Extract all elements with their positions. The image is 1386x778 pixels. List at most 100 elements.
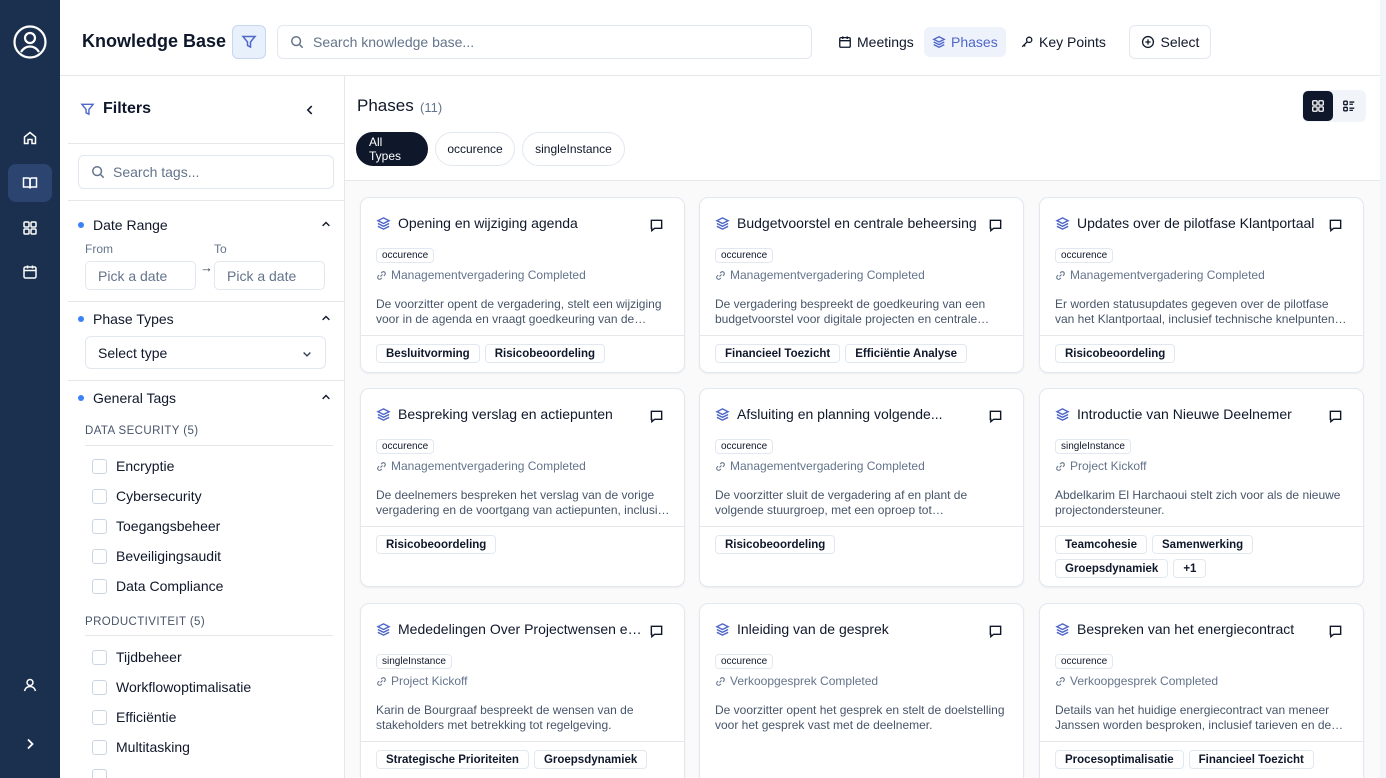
scrollbar[interactable] bbox=[1380, 0, 1386, 778]
tag-badge[interactable]: Risicobeoordeling bbox=[715, 535, 836, 554]
date-to-input[interactable] bbox=[214, 261, 325, 290]
meeting-link[interactable]: Managementvergadering Completed bbox=[376, 459, 586, 473]
nav-profile[interactable] bbox=[8, 666, 52, 704]
select-button[interactable]: Select bbox=[1129, 25, 1211, 59]
nav-calendar[interactable] bbox=[8, 253, 52, 291]
checkbox[interactable] bbox=[92, 548, 107, 564]
phase-card[interactable]: Opening en wijziging agenda occurence Mana… bbox=[360, 197, 685, 373]
phase-types-section-toggle[interactable]: Phase Types bbox=[78, 309, 334, 329]
tag-checkbox[interactable]: Tijdbeheer bbox=[92, 649, 182, 665]
date-from-input[interactable] bbox=[85, 261, 196, 290]
tag-badge[interactable]: Groepsdynamiek bbox=[533, 750, 648, 769]
meeting-link[interactable]: Managementvergadering Completed bbox=[715, 459, 925, 473]
checkbox[interactable] bbox=[92, 679, 107, 695]
tag-checkbox[interactable]: Cybersecurity bbox=[92, 488, 202, 504]
nav-dashboard[interactable] bbox=[8, 209, 52, 247]
tag-badge[interactable]: Groepsdynamiek bbox=[1055, 559, 1169, 578]
checkbox[interactable] bbox=[92, 709, 107, 725]
tag-badge[interactable]: Procesoptimalisatie bbox=[1055, 750, 1184, 769]
date-range-section-toggle[interactable]: Date Range bbox=[78, 215, 334, 235]
tag-checkbox[interactable]: Beveiligingsaudit bbox=[92, 548, 221, 564]
meeting-link[interactable]: Managementvergadering Completed bbox=[376, 268, 586, 282]
checkbox[interactable] bbox=[92, 649, 107, 665]
general-tags-section-toggle[interactable]: General Tags bbox=[78, 388, 334, 408]
tag-checkbox[interactable]: Workflowoptimalisatie bbox=[92, 679, 251, 695]
comment-button[interactable] bbox=[1328, 409, 1344, 425]
phases-count: (11) bbox=[420, 100, 443, 115]
grid-view-button[interactable] bbox=[1303, 91, 1333, 121]
checkbox[interactable] bbox=[92, 739, 107, 755]
nav-knowledge-base[interactable] bbox=[8, 164, 52, 202]
calendar-icon bbox=[839, 36, 851, 48]
checkbox[interactable] bbox=[92, 578, 107, 594]
chip-all-types[interactable]: All Types bbox=[356, 132, 428, 166]
tag-badge[interactable]: Financieel Toezicht bbox=[715, 344, 841, 363]
phases-title: Phases bbox=[357, 96, 414, 115]
meeting-link[interactable]: Verkoopgesprek Completed bbox=[715, 674, 878, 688]
tag-badge[interactable]: Risicobeoordeling bbox=[1055, 344, 1176, 363]
tag-badge[interactable]: Efficiëntie Analyse bbox=[845, 344, 968, 363]
checkbox[interactable] bbox=[92, 488, 107, 504]
tag-badge[interactable]: Risicobeoordeling bbox=[376, 535, 497, 554]
search-input[interactable] bbox=[313, 34, 793, 50]
comment-button[interactable] bbox=[1328, 624, 1344, 640]
tag-checkbox[interactable]: Efficiëntie bbox=[92, 709, 176, 725]
phase-card-description: De voorzitter sluit de vergadering af en… bbox=[715, 488, 968, 517]
tag-badge[interactable]: Besluitvorming bbox=[376, 344, 480, 363]
tag-checkbox[interactable]: Toegangsbeheer bbox=[92, 518, 220, 534]
phase-type-select[interactable]: Select type bbox=[85, 336, 326, 369]
phase-card[interactable]: Bespreken van het energiecontract occuren… bbox=[1039, 603, 1364, 778]
phase-card[interactable]: Updates over de pilotfase Klantportaal oc… bbox=[1039, 197, 1364, 373]
comment-button[interactable] bbox=[649, 409, 665, 425]
tag-badge[interactable]: Strategische Prioriteiten bbox=[376, 750, 529, 769]
tab-meetings[interactable]: Meetings bbox=[830, 27, 922, 57]
phase-card[interactable]: Bespreking verslag en actiepunten occuren… bbox=[360, 388, 685, 587]
list-view-button[interactable] bbox=[1334, 91, 1364, 121]
to-label: To bbox=[214, 242, 227, 256]
meeting-link[interactable]: Managementvergadering Completed bbox=[715, 268, 925, 282]
phase-card[interactable]: Afsluiting en planning volgende... occure… bbox=[699, 388, 1024, 587]
comment-button[interactable] bbox=[988, 218, 1004, 234]
meeting-link[interactable]: Verkoopgesprek Completed bbox=[1055, 674, 1218, 688]
tag-checkbox[interactable]: Multitasking bbox=[92, 739, 190, 755]
checkbox[interactable] bbox=[92, 769, 107, 778]
tag-badge[interactable]: Risicobeoordeling bbox=[484, 344, 606, 363]
filter-toggle-button[interactable] bbox=[232, 25, 266, 59]
phase-card[interactable]: Budgetvoorstel en centrale beheersing occ… bbox=[699, 197, 1024, 373]
tag-checkbox[interactable]: Encryptie bbox=[92, 458, 174, 474]
expand-rail-button[interactable] bbox=[8, 725, 52, 763]
tab-phases[interactable]: Phases bbox=[924, 27, 1006, 57]
checkbox[interactable] bbox=[92, 518, 107, 534]
meeting-link[interactable]: Project Kickoff bbox=[1055, 459, 1146, 473]
tag-badge[interactable]: Financieel Toezicht bbox=[1188, 750, 1314, 769]
phase-card[interactable]: Inleiding van de gesprek occurence Verkoop… bbox=[699, 603, 1024, 778]
more-tags-badge[interactable]: +1 bbox=[1173, 559, 1207, 578]
phase-card[interactable]: Mededelingen Over Projectwensen en... sin… bbox=[360, 603, 685, 778]
phase-type-badge: occurence bbox=[715, 248, 774, 263]
meeting-link-label: Project Kickoff bbox=[1070, 459, 1147, 473]
chip-single-instance[interactable]: singleInstance bbox=[522, 132, 625, 166]
tag-checkbox[interactable] bbox=[92, 769, 107, 778]
phase-type-badge: occurence bbox=[376, 439, 435, 454]
tag-badge[interactable]: Teamcohesie bbox=[1055, 535, 1148, 554]
comment-button[interactable] bbox=[1328, 218, 1344, 234]
comment-button[interactable] bbox=[988, 624, 1004, 640]
checkbox[interactable] bbox=[92, 458, 107, 474]
chip-occurence[interactable]: occurence bbox=[435, 132, 515, 166]
comment-button[interactable] bbox=[988, 409, 1004, 425]
tag-search-input[interactable] bbox=[113, 164, 323, 180]
phase-card[interactable]: Introductie van Nieuwe Deelnemer singleIn… bbox=[1039, 388, 1364, 587]
collapse-filters-button[interactable] bbox=[300, 100, 320, 120]
phase-card-tags: Financieel Toezicht Efficiëntie Analyse bbox=[715, 344, 1010, 363]
tab-key-points[interactable]: Key Points bbox=[1012, 27, 1114, 57]
comment-button[interactable] bbox=[649, 218, 665, 234]
nav-home[interactable] bbox=[8, 119, 52, 157]
layers-icon bbox=[376, 407, 391, 421]
meeting-link[interactable]: Managementvergadering Completed bbox=[1055, 268, 1265, 282]
tag-badge[interactable]: Samenwerking bbox=[1152, 535, 1254, 554]
meeting-link[interactable]: Project Kickoff bbox=[376, 674, 467, 688]
phase-card-tags: Strategische Prioriteiten Groepsdynamiek bbox=[376, 750, 671, 769]
tag-checkbox[interactable]: Data Compliance bbox=[92, 578, 223, 594]
user-circle-icon[interactable] bbox=[12, 24, 48, 60]
comment-button[interactable] bbox=[649, 624, 665, 640]
